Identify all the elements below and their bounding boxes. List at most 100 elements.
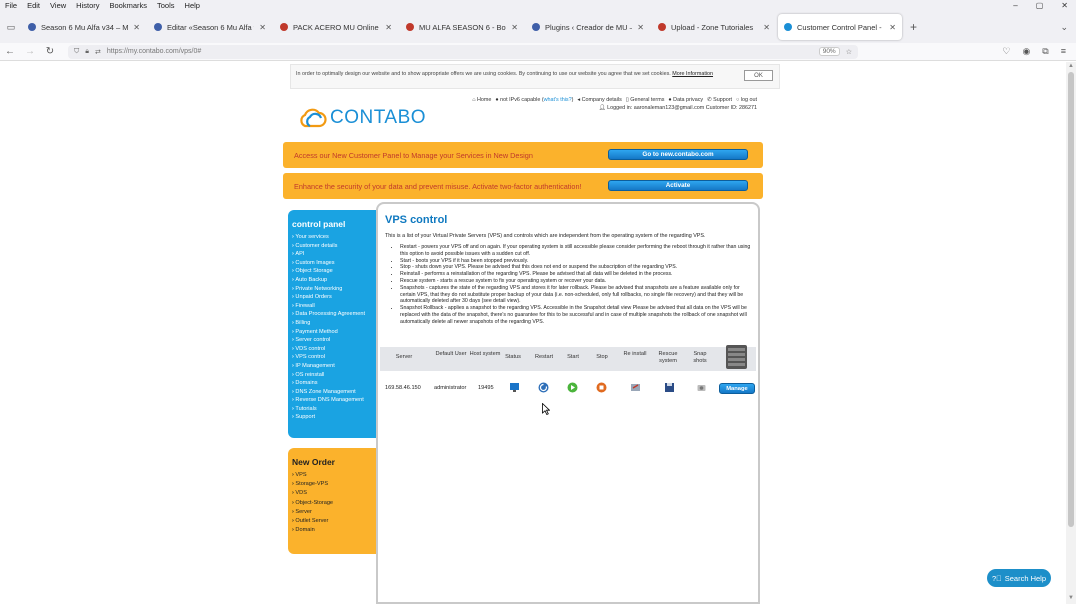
scrollbar[interactable]: ▲ ▼ — [1066, 62, 1076, 604]
sidebar-item-tutorials[interactable]: Tutorials — [292, 405, 376, 414]
menu-bookmarks[interactable]: Bookmarks — [105, 1, 153, 10]
home-link[interactable]: ⌂ Home — [472, 97, 491, 105]
sidebar-item-reverse-dns-management[interactable]: Reverse DNS Management — [292, 396, 376, 405]
menu-file[interactable]: File — [0, 1, 22, 10]
bookmark-star-icon[interactable]: ☆ — [846, 48, 852, 56]
start-icon[interactable] — [567, 382, 578, 393]
close-tab-icon[interactable]: ✕ — [763, 23, 770, 32]
zoom-level[interactable]: 90% — [818, 47, 840, 56]
new-order-item-vds[interactable]: VDS — [292, 489, 376, 498]
restart-icon[interactable] — [538, 382, 549, 393]
cookie-text: In order to optimally design our website… — [296, 71, 714, 77]
sidebar-item-customer-details[interactable]: Customer details — [292, 242, 376, 251]
menu-history[interactable]: History — [71, 1, 104, 10]
close-tab-icon[interactable]: ✕ — [889, 23, 896, 32]
menu-view[interactable]: View — [45, 1, 71, 10]
stop-icon[interactable] — [596, 382, 607, 393]
url-bar[interactable]: ⛉ 🔒︎ ⇄ https://my.contabo.com/vps/0# 90%… — [68, 44, 858, 59]
sidebar-item-api[interactable]: API — [292, 250, 376, 259]
new-order-item-server[interactable]: Server — [292, 508, 376, 517]
list-all-tabs-button[interactable]: ⌄ — [1060, 22, 1076, 33]
th-snapshots: Snap shots — [693, 351, 707, 364]
company-details-link[interactable]: ◂ Company details — [577, 97, 621, 105]
go-to-new-contabo-button[interactable]: Go to new.contabo.com — [608, 149, 748, 160]
sidebar-item-server-control[interactable]: Server control — [292, 336, 376, 345]
lock-icon[interactable]: 🔒︎ — [85, 48, 89, 56]
contabo-logo[interactable]: CONTABO — [297, 106, 426, 130]
manage-button[interactable]: Manage — [719, 383, 755, 394]
new-order-item-domain[interactable]: Domain — [292, 526, 376, 535]
scroll-down-icon[interactable]: ▼ — [1068, 595, 1074, 601]
rescue-system-icon[interactable] — [664, 382, 675, 393]
close-tab-icon[interactable]: ✕ — [511, 23, 518, 32]
sidebar-item-support[interactable]: Support — [292, 413, 376, 422]
ipv6-status: ● not IPv6 capable (what's this?) — [495, 97, 574, 103]
extensions-icon[interactable]: ⧉ — [1042, 46, 1048, 57]
more-information-link[interactable]: More Information — [672, 71, 713, 77]
forward-icon[interactable]: → — [20, 46, 40, 57]
tab-list-icon[interactable]: ▭ — [0, 22, 22, 33]
new-order-item-vps[interactable]: VPS — [292, 471, 376, 480]
menu-edit[interactable]: Edit — [22, 1, 45, 10]
reload-icon[interactable]: ↻ — [40, 46, 60, 57]
shield-icon[interactable]: ⛉ — [74, 48, 79, 56]
app-menu-icon[interactable]: ≡ — [1061, 46, 1066, 57]
th-stop: Stop — [596, 354, 608, 360]
tab[interactable]: PACK ACERO MU Online Private ✕ — [274, 14, 398, 40]
back-icon[interactable]: ← — [0, 46, 20, 57]
tab[interactable]: Plugins ‹ Creador de MU — W ✕ — [526, 14, 650, 40]
url-text[interactable]: https://my.contabo.com/vps/0# — [107, 48, 813, 55]
close-tab-icon[interactable]: ✕ — [385, 23, 392, 32]
tab[interactable]: Upload - Zone Tutoriales ✕ — [652, 14, 776, 40]
sidebar-item-ip-management[interactable]: IP Management — [292, 362, 376, 371]
pocket-icon[interactable]: ♡ — [1002, 46, 1010, 57]
account-icon[interactable]: ◉ — [1022, 46, 1030, 57]
snapshots-icon[interactable] — [696, 382, 707, 393]
minimize-button[interactable]: – — [1013, 1, 1017, 10]
status-monitor-icon[interactable] — [509, 382, 520, 393]
sidebar-item-vps-control[interactable]: VPS control — [292, 353, 376, 362]
sidebar-item-vds-control[interactable]: VDS control — [292, 345, 376, 354]
sidebar-item-data-processing-agreement[interactable]: Data Processing Agreement — [292, 310, 376, 319]
sidebar-item-unpaid-orders[interactable]: Unpaid Orders — [292, 293, 376, 302]
logout-link[interactable]: ○ log out — [736, 97, 757, 105]
data-privacy-link[interactable]: ● Data privacy — [668, 97, 703, 105]
maximize-button[interactable]: ▢ — [1036, 1, 1044, 10]
activate-button[interactable]: Activate — [608, 180, 748, 191]
tab[interactable]: Editar «Season 6 Mu Alfa v34» ✕ — [148, 14, 272, 40]
reinstall-icon[interactable] — [630, 382, 641, 393]
new-order-item-object-storage[interactable]: Object-Storage — [292, 499, 376, 508]
close-tab-icon[interactable]: ✕ — [133, 23, 140, 32]
sidebar-item-payment-method[interactable]: Payment Method — [292, 328, 376, 337]
tab-active[interactable]: Customer Control Panel - Conta ✕ — [778, 14, 902, 40]
tab[interactable]: Season 6 Mu Alfa v34 – Mu Alfa ✕ — [22, 14, 146, 40]
menu-help[interactable]: Help — [180, 1, 205, 10]
general-terms-link[interactable]: ▯ General terms — [626, 97, 665, 105]
new-tab-button[interactable]: + — [902, 20, 925, 34]
tab[interactable]: MU ALFA SEASON 6 - Bots Avanz ✕ — [400, 14, 524, 40]
sidebar-item-os-reinstall[interactable]: OS reinstall — [292, 371, 376, 380]
sidebar-item-billing[interactable]: Billing — [292, 319, 376, 328]
scroll-up-icon[interactable]: ▲ — [1068, 63, 1074, 69]
search-help-button[interactable]: ?⃝ Search Help — [987, 569, 1051, 587]
scrollbar-thumb[interactable] — [1068, 72, 1074, 527]
close-window-button[interactable]: ✕ — [1061, 1, 1068, 10]
sidebar-item-auto-backup[interactable]: Auto Backup — [292, 276, 376, 285]
sidebar-item-dns-zone-management[interactable]: DNS Zone Management — [292, 388, 376, 397]
sidebar-item-domains[interactable]: Domains — [292, 379, 376, 388]
cookie-ok-button[interactable]: OK — [744, 70, 773, 81]
sidebar-item-custom-images[interactable]: Custom Images — [292, 259, 376, 268]
whats-this-link[interactable]: what's this? — [544, 97, 572, 103]
sidebar-item-private-networking[interactable]: Private Networking — [292, 285, 376, 294]
close-tab-icon[interactable]: ✕ — [637, 23, 644, 32]
support-link[interactable]: ✆ Support — [707, 97, 732, 105]
new-order-item-outlet-server[interactable]: Outlet Server — [292, 517, 376, 526]
permissions-icon[interactable]: ⇄ — [95, 48, 101, 56]
vps-control-panel: VPS control This is a list of your Virtu… — [376, 202, 760, 604]
close-tab-icon[interactable]: ✕ — [259, 23, 266, 32]
menu-tools[interactable]: Tools — [152, 1, 180, 10]
new-order-item-storage-vps[interactable]: Storage-VPS — [292, 480, 376, 489]
sidebar-item-firewall[interactable]: Firewall — [292, 302, 376, 311]
sidebar-item-object-storage[interactable]: Object Storage — [292, 267, 376, 276]
sidebar-item-your-services[interactable]: Your services — [292, 233, 376, 242]
